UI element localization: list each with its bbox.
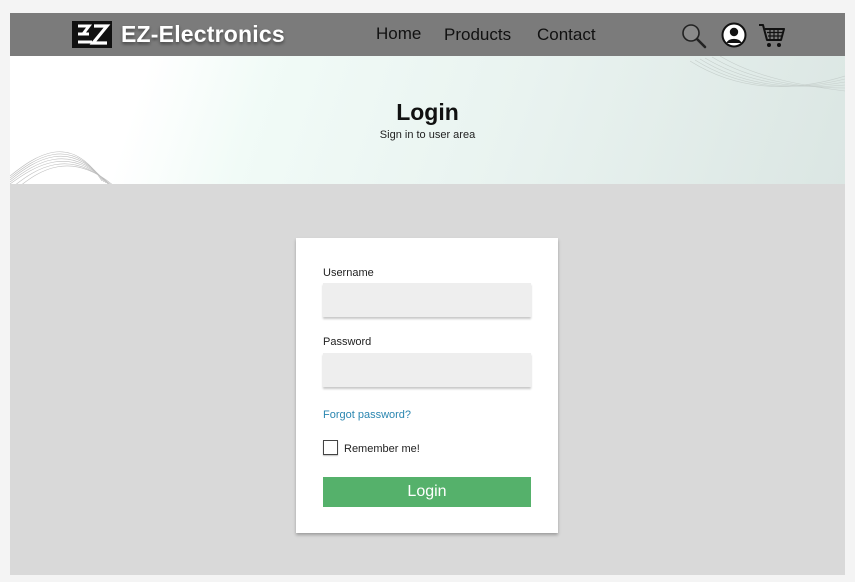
forgot-password-link[interactable]: Forgot password? <box>323 408 411 422</box>
username-input[interactable] <box>323 283 531 317</box>
nav-products-link[interactable]: Products <box>444 25 511 45</box>
cart-icon[interactable] <box>758 22 785 49</box>
nav-contact-link[interactable]: Contact <box>537 25 596 45</box>
ez-logo-icon[interactable] <box>72 21 112 48</box>
username-label: Username <box>323 267 374 279</box>
hero-banner: Login Sign in to user area <box>10 56 845 184</box>
password-label: Password <box>323 336 372 348</box>
nav-home-link[interactable]: Home <box>376 24 421 44</box>
password-input[interactable] <box>323 353 531 387</box>
app-frame: EZ-Electronics Home Products Contact Log… <box>10 13 845 575</box>
top-navigation-bar: EZ-Electronics Home Products Contact <box>10 13 845 56</box>
brand-name[interactable]: EZ-Electronics <box>121 21 285 48</box>
login-card: Username Password Forgot password? Remem… <box>296 238 558 533</box>
account-icon[interactable] <box>721 22 747 48</box>
page-title: Login <box>396 99 459 125</box>
decorative-waves-right <box>690 56 845 92</box>
decorative-waves-left <box>10 151 112 184</box>
remember-me-checkbox[interactable] <box>323 440 338 455</box>
search-icon[interactable] <box>681 23 707 49</box>
page-subtitle: Sign in to user area <box>379 129 476 141</box>
remember-me-label[interactable]: Remember me! <box>344 443 420 456</box>
login-button[interactable]: Login <box>323 477 531 507</box>
